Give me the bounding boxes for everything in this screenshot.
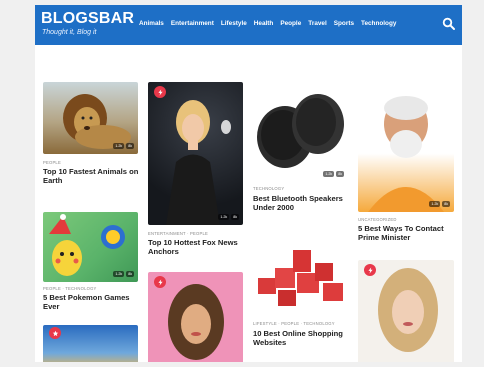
speakers-image — [257, 94, 344, 168]
nav-item-people[interactable]: People — [280, 20, 301, 27]
views-count: 8k — [126, 271, 134, 277]
post-category[interactable]: PEOPLE · TECHNOLOGY — [43, 286, 97, 291]
post-stats: 1.2k 8k — [218, 214, 239, 220]
post-stats: 1.2k 8k — [113, 271, 134, 277]
nav-item-lifestyle[interactable]: Lifestyle — [221, 20, 247, 27]
likes-count: 1.2k — [323, 171, 335, 177]
post-category[interactable]: PEOPLE — [43, 160, 61, 165]
post-thumbnail-speakers[interactable]: 1.2k 8k — [253, 82, 348, 182]
nav-item-technology[interactable]: Technology — [361, 20, 396, 27]
screenshot-frame: BLOGSBAR Thought it, Blog it Animals Ent… — [0, 0, 484, 367]
post-category[interactable]: ENTERTAINMENT · PEOPLE — [148, 231, 208, 236]
likes-count: 1.2k — [113, 143, 125, 149]
site-logo[interactable]: BLOGSBAR — [41, 10, 134, 28]
post-category[interactable]: UNCATEGORIZED — [358, 217, 397, 222]
post-thumbnail-shopping[interactable] — [253, 238, 348, 313]
trending-badge-icon — [154, 86, 166, 98]
likes-count: 1.2k — [113, 271, 125, 277]
post-title[interactable]: Top 10 Fastest Animals on Earth — [43, 167, 141, 185]
views-count: 8k — [336, 171, 344, 177]
nav-item-animals[interactable]: Animals — [139, 20, 164, 27]
trending-badge-icon — [154, 276, 166, 288]
prime-minister-image — [368, 96, 444, 212]
views-count: 8k — [442, 201, 450, 207]
trending-badge-icon — [364, 264, 376, 276]
fox-anchor-image — [166, 100, 231, 225]
nav-item-travel[interactable]: Travel — [308, 20, 326, 27]
site-tagline: Thought it, Blog it — [42, 29, 97, 36]
post-stats: 1.2k 8k — [429, 201, 450, 207]
nav-item-entertainment[interactable]: Entertainment — [171, 20, 214, 27]
main-nav: Animals Entertainment Lifestyle Health P… — [139, 20, 396, 27]
post-thumbnail-lion[interactable]: 1.2k 8k — [43, 82, 138, 154]
views-count: 8k — [126, 143, 134, 149]
post-thumbnail-prime-minister[interactable]: 1.2k 8k — [358, 82, 454, 212]
post-thumbnail-travel[interactable] — [43, 325, 138, 362]
likes-count: 1.2k — [218, 214, 230, 220]
post-title[interactable]: 5 Best Ways To Contact Prime Minister — [358, 224, 458, 242]
page: BLOGSBAR Thought it, Blog it Animals Ent… — [35, 5, 462, 362]
post-title[interactable]: 5 Best Pokemon Games Ever — [43, 293, 141, 311]
post-category[interactable]: LIFESTYLE · PEOPLE · TECHNOLOGY — [253, 321, 335, 326]
post-thumbnail-portrait-2[interactable] — [358, 260, 454, 362]
shopping-boxes-image — [258, 250, 343, 306]
post-title[interactable]: Best Bluetooth Speakers Under 2000 — [253, 194, 351, 212]
post-title[interactable]: 10 Best Online Shopping Websites — [253, 329, 351, 347]
post-title[interactable]: Top 10 Hottest Fox News Anchors — [148, 238, 246, 256]
nav-item-sports[interactable]: Sports — [334, 20, 354, 27]
post-thumbnail-pokemon[interactable]: 1.2k 8k — [43, 212, 138, 282]
post-stats: 1.2k 8k — [113, 143, 134, 149]
views-count: 8k — [231, 214, 239, 220]
post-stats: 1.2k 8k — [323, 171, 344, 177]
post-thumbnail-portrait[interactable] — [148, 272, 243, 362]
post-category[interactable]: TECHNOLOGY — [253, 186, 284, 191]
likes-count: 1.2k — [429, 201, 441, 207]
search-icon[interactable] — [442, 17, 456, 31]
post-thumbnail-fox-anchor[interactable]: 1.2k 8k — [148, 82, 243, 225]
featured-badge-icon — [49, 327, 61, 339]
site-header: BLOGSBAR Thought it, Blog it Animals Ent… — [35, 5, 462, 45]
nav-item-health[interactable]: Health — [254, 20, 274, 27]
